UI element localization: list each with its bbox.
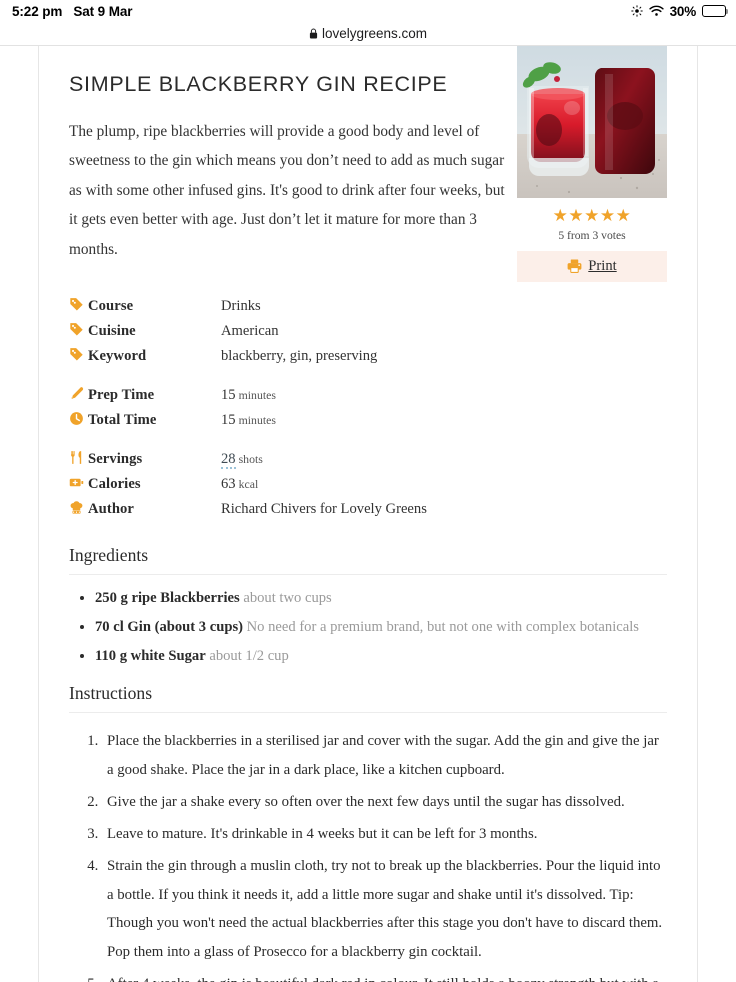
recipe-description: The plump, ripe blackberries will provid…	[69, 122, 505, 258]
meta-row-prep-time: Prep Time 15 minutes	[69, 384, 539, 409]
tag-icon	[69, 347, 88, 362]
meta-group: Prep Time 15 minutes Total Time 15 minutes	[69, 384, 539, 434]
lock-icon	[309, 28, 318, 39]
instructions-heading: Instructions	[69, 683, 153, 704]
meta-unit: minutes	[238, 388, 276, 403]
meta-row-keyword: Keyword blackberry, gin, preserving	[69, 345, 539, 370]
instruction-step: Place the blackberries in a sterilised j…	[102, 727, 667, 785]
meta-label: Total Time	[88, 412, 157, 429]
status-bar-right: 30%	[630, 3, 729, 19]
knife-icon	[69, 386, 88, 401]
meta-row-author: Author Richard Chivers for Lovely Greens	[69, 498, 539, 523]
url-text: lovelygreens.com	[321, 26, 428, 41]
battery-icon	[702, 5, 729, 17]
recipe-card: ★★★★★ 5 from 3 votes Print SIMPLE BLACKB…	[38, 46, 698, 982]
browser-url-bar[interactable]: lovelygreens.com	[0, 22, 736, 45]
meta-group: Servings 28 shots Calories 63 kcal Author Richa…	[69, 448, 539, 523]
brightness-icon	[630, 5, 643, 17]
star-rating-icon[interactable]: ★★★★★	[517, 207, 667, 224]
ingredient-note: No need for a premium brand, but not one…	[242, 619, 639, 636]
instruction-step: Leave to mature. It's drinkable in 4 wee…	[102, 820, 667, 849]
ingredient-main: 110 g white Sugar	[95, 647, 206, 664]
tag-icon	[69, 322, 88, 337]
print-button[interactable]: Print	[517, 250, 667, 282]
meta-unit: shots	[238, 452, 263, 467]
ingredient-item: 250 g ripe Blackberries about two cups	[95, 589, 667, 608]
clock-icon	[69, 411, 88, 426]
meta-value: Richard Chivers for Lovely Greens	[221, 501, 427, 518]
meta-value: Drinks	[221, 298, 261, 315]
meta-label: Keyword	[88, 348, 147, 365]
meta-value: blackberry, gin, preserving	[221, 348, 378, 365]
meta-value-wrap: 15 minutes	[221, 386, 276, 404]
meta-value-wrap: Richard Chivers for Lovely Greens	[221, 500, 427, 518]
print-label: Print	[588, 257, 617, 274]
ingredient-note: about two cups	[239, 590, 332, 607]
meta-row-calories: Calories 63 kcal	[69, 473, 539, 498]
recipe-meta: Course Drinks Cuisine American Keyword blackb…	[69, 295, 539, 523]
recipe-header: ★★★★★ 5 from 3 votes Print SIMPLE BLACKB…	[69, 46, 667, 282]
instructions-list: Place the blackberries in a sterilised j…	[69, 727, 667, 982]
meta-value-wrap: blackberry, gin, preserving	[221, 347, 377, 365]
ingredients-list: 250 g ripe Blackberries about two cups 70…	[69, 589, 667, 665]
meta-label: Author	[88, 501, 135, 518]
instruction-step: Strain the gin through a muslin cloth, t…	[102, 852, 667, 967]
cutlery-icon	[69, 450, 88, 465]
ingredients-heading: Ingredients	[69, 545, 149, 566]
meta-value: 15	[221, 387, 236, 404]
meta-label: Servings	[88, 451, 143, 468]
meta-value-wrap: Drinks	[221, 297, 261, 315]
meta-value-wrap: 28 shots	[221, 450, 263, 470]
ingredient-item: 110 g white Sugar about 1/2 cup	[95, 647, 667, 666]
wifi-icon	[648, 5, 664, 17]
ios-status-bar: 5:22 pm Sat 9 Mar 30%	[0, 0, 736, 22]
recipe-photo	[517, 46, 667, 198]
meta-row-course: Course Drinks	[69, 295, 539, 320]
recipe-rating: ★★★★★ 5 from 3 votes	[517, 198, 667, 242]
meta-label: Calories	[88, 476, 141, 493]
meta-unit: kcal	[238, 477, 259, 492]
instruction-step: After 4 weeks, the gin is beautiful dark…	[102, 970, 667, 982]
instruction-step: Give the jar a shake every so often over…	[102, 788, 667, 817]
ingredient-main: 70 cl Gin (about 3 cups)	[95, 619, 243, 636]
meta-value-wrap: American	[221, 322, 279, 340]
meta-group: Course Drinks Cuisine American Keyword blackb…	[69, 295, 539, 370]
meta-row-cuisine: Cuisine American	[69, 320, 539, 345]
rating-summary: 5 from 3 votes	[558, 229, 626, 242]
servings-value-link[interactable]: 28	[221, 451, 236, 470]
meta-label: Course	[88, 298, 134, 315]
ingredients-divider	[69, 574, 667, 576]
chef-hat-icon	[69, 500, 88, 515]
meta-label: Prep Time	[88, 387, 155, 404]
meta-value: 15	[221, 412, 236, 429]
calories-icon	[69, 475, 88, 490]
status-bar-left: 5:22 pm Sat 9 Mar	[12, 3, 133, 19]
meta-unit: minutes	[238, 413, 276, 428]
instructions-divider	[69, 712, 667, 714]
battery-percent-label: 30%	[669, 3, 697, 19]
ingredient-note: about 1/2 cup	[205, 647, 289, 664]
status-date: Sat 9 Mar	[73, 3, 133, 19]
ingredient-item: 70 cl Gin (about 3 cups) No need for a p…	[95, 618, 667, 637]
meta-label: Cuisine	[88, 323, 136, 340]
recipe-rail: ★★★★★ 5 from 3 votes Print	[517, 46, 667, 282]
tag-icon	[69, 297, 88, 312]
ingredient-main: 250 g ripe Blackberries	[95, 590, 240, 607]
meta-value: American	[221, 323, 279, 340]
meta-value-wrap: 63 kcal	[221, 475, 258, 493]
web-page: ★★★★★ 5 from 3 votes Print SIMPLE BLACKB…	[0, 46, 736, 982]
meta-row-total-time: Total Time 15 minutes	[69, 409, 539, 434]
meta-row-servings: Servings 28 shots	[69, 448, 539, 473]
status-time: 5:22 pm	[12, 3, 63, 19]
printer-icon	[567, 259, 582, 274]
meta-value: 63	[221, 476, 236, 493]
meta-value-wrap: 15 minutes	[221, 411, 276, 429]
